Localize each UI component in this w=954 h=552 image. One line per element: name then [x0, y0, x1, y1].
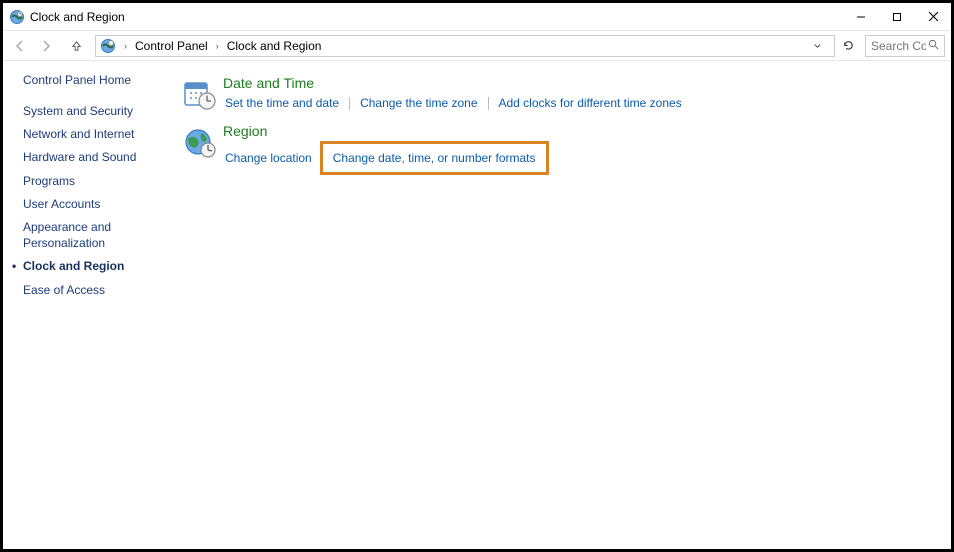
refresh-button[interactable]: [839, 37, 857, 55]
search-input[interactable]: [871, 39, 926, 53]
sidebar-item-appearance[interactable]: Appearance and Personalization: [23, 219, 173, 251]
link-separator: [349, 97, 350, 110]
search-icon: [928, 39, 939, 53]
category-title[interactable]: Region: [223, 123, 941, 139]
date-time-icon: [183, 77, 217, 111]
link-change-formats[interactable]: Change date, time, or number formats: [331, 148, 538, 168]
category-title[interactable]: Date and Time: [223, 75, 941, 91]
chevron-right-icon: ›: [124, 41, 127, 51]
content-pane: Date and Time Set the time and date Chan…: [181, 61, 951, 549]
breadcrumb[interactable]: › Control Panel › Clock and Region: [95, 35, 835, 57]
maximize-button[interactable]: [879, 3, 915, 30]
link-change-time-zone[interactable]: Change the time zone: [358, 93, 479, 113]
forward-button[interactable]: [35, 35, 57, 57]
sidebar-item-user-accounts[interactable]: User Accounts: [23, 196, 173, 212]
control-panel-icon: [9, 9, 25, 25]
sidebar-item-system-security[interactable]: System and Security: [23, 103, 173, 119]
close-button[interactable]: [915, 3, 951, 30]
up-button[interactable]: [65, 35, 87, 57]
control-panel-home-link[interactable]: Control Panel Home: [23, 73, 173, 87]
back-button[interactable]: [9, 35, 31, 57]
sidebar-item-programs[interactable]: Programs: [23, 173, 173, 189]
category-date-time: Date and Time Set the time and date Chan…: [183, 75, 941, 113]
region-icon: [183, 125, 217, 159]
category-region: Region Change location Change date, time…: [183, 123, 941, 175]
window: Clock and Region: [3, 3, 951, 549]
breadcrumb-item[interactable]: Control Panel: [133, 39, 210, 53]
chevron-right-icon: ›: [216, 41, 219, 51]
search-box[interactable]: [865, 35, 945, 57]
highlighted-link-box: Change date, time, or number formats: [320, 141, 549, 175]
window-controls: [843, 3, 951, 30]
sidebar-item-ease-of-access[interactable]: Ease of Access: [23, 282, 173, 298]
sidebar-item-network-internet[interactable]: Network and Internet: [23, 126, 173, 142]
titlebar: Clock and Region: [3, 3, 951, 31]
link-set-time-date[interactable]: Set the time and date: [223, 93, 341, 113]
address-bar: › Control Panel › Clock and Region: [3, 31, 951, 61]
breadcrumb-item[interactable]: Clock and Region: [225, 39, 324, 53]
minimize-button[interactable]: [843, 3, 879, 30]
link-separator: [488, 97, 489, 110]
sidebar-item-clock-region[interactable]: Clock and Region: [23, 258, 173, 274]
sidebar: Control Panel Home System and Security N…: [3, 61, 181, 549]
control-panel-icon: [100, 38, 116, 54]
link-add-clocks[interactable]: Add clocks for different time zones: [497, 93, 684, 113]
link-change-location[interactable]: Change location: [223, 148, 314, 168]
sidebar-item-hardware-sound[interactable]: Hardware and Sound: [23, 149, 173, 165]
window-title: Clock and Region: [30, 10, 125, 24]
address-dropdown-button[interactable]: [808, 37, 826, 55]
